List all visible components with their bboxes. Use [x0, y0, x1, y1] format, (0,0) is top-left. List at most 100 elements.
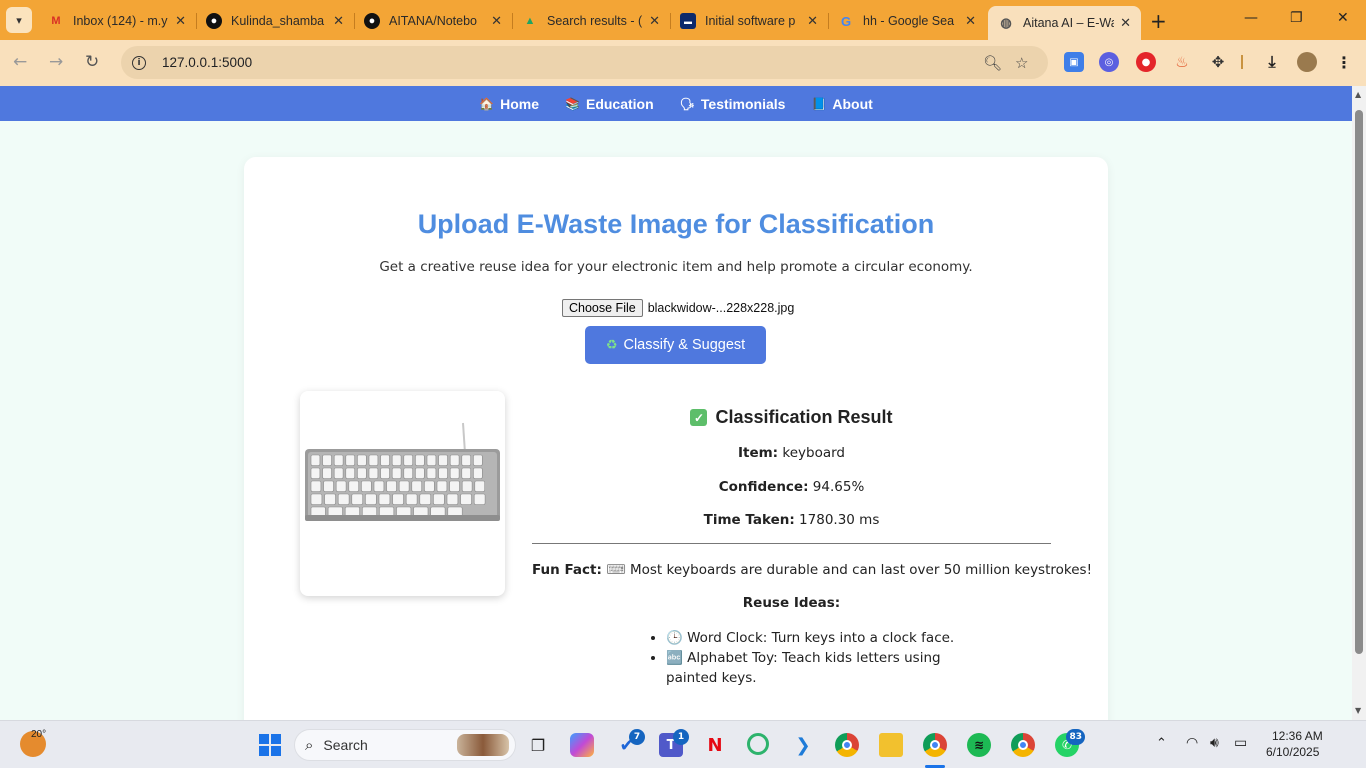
minimize-icon: —	[1244, 10, 1258, 26]
zoom-icon[interactable]: 🔍︎	[983, 54, 1002, 72]
fun-fact-label: Fun Fact:	[532, 562, 602, 578]
file-input[interactable]: Choose File blackwidow-...228x228.jpg	[562, 299, 794, 317]
nav-education-link[interactable]: 📚 Education	[565, 96, 654, 112]
item-value: keyboard	[782, 445, 846, 461]
screen-capture-extension-icon[interactable]: ▣	[1064, 52, 1084, 72]
selected-file-name: blackwidow-...228x228.jpg	[647, 301, 795, 315]
scrollbar-thumb[interactable]	[1355, 110, 1363, 654]
close-icon[interactable]: ✕	[807, 13, 818, 29]
profile-avatar[interactable]	[1297, 52, 1317, 72]
choose-file-button[interactable]: Choose File	[562, 299, 643, 317]
taskbar-search[interactable]: ⌕ Search	[294, 729, 516, 761]
todo-icon[interactable]: ✔ 7	[615, 729, 645, 757]
classify-button-label: Classify & Suggest	[623, 337, 746, 353]
fire-extension-icon[interactable]: ♨	[1172, 52, 1192, 72]
close-window-button[interactable]: ✕	[1337, 10, 1349, 26]
battery-icon[interactable]: ▭	[1234, 734, 1247, 751]
clock-icon: 🕒	[666, 630, 683, 646]
reload-icon[interactable]: ↻	[85, 52, 99, 72]
time-value: 1780.30 ms	[799, 512, 880, 528]
tab-google-search[interactable]: G hh - Google Sea ✕	[828, 6, 986, 36]
chrome-icon[interactable]	[835, 733, 859, 757]
abc-icon: 🔤	[666, 650, 683, 666]
close-icon[interactable]: ✕	[491, 13, 502, 29]
tab-github-kulinda[interactable]: ● Kulinda_shamba ✕	[196, 6, 354, 36]
page-scrollbar[interactable]: ▲ ▼	[1352, 86, 1366, 720]
confidence-value: 94.65%	[812, 479, 865, 495]
whatsapp-icon[interactable]: ✆ 83	[1055, 729, 1085, 757]
close-icon[interactable]: ✕	[175, 13, 186, 29]
wifi-icon[interactable]: ◠	[1186, 734, 1198, 751]
tab-aitana-active[interactable]: ◍ Aitana AI – E-Wa ✕	[988, 6, 1141, 40]
toolbar-divider	[1241, 55, 1243, 69]
page-viewport: 🏠 Home 📚 Education 🗣 Testimonials 📘 About Up…	[0, 86, 1352, 720]
copilot-icon[interactable]	[570, 733, 594, 757]
chevron-up-icon[interactable]: ⌃	[1156, 735, 1167, 751]
tab-title: AITANA/Notebo	[389, 14, 478, 28]
close-icon[interactable]: ✕	[649, 13, 660, 29]
tab-title: Kulinda_shamba	[231, 14, 325, 28]
upload-card: Upload E-Waste Image for Classification …	[244, 157, 1108, 720]
tab-github-aitana[interactable]: ● AITANA/Notebo ✕	[354, 6, 512, 36]
file-explorer-icon[interactable]	[879, 733, 903, 757]
gmail-icon: M	[51, 15, 61, 27]
task-view-icon[interactable]: ❐	[526, 733, 550, 757]
url-text[interactable]: 127.0.0.1:5000	[162, 55, 252, 70]
restore-button[interactable]: ❐	[1290, 10, 1303, 26]
reuse-ideas-list: 🕒 Word Clock: Turn keys into a clock fac…	[666, 628, 956, 688]
nav-testimonials-link[interactable]: 🗣 Testimonials	[680, 96, 786, 112]
uploaded-image-preview	[300, 391, 505, 596]
classify-suggest-button[interactable]: ♻ Classify & Suggest	[585, 326, 766, 364]
teams-badge: 1	[673, 729, 689, 745]
minimize-button[interactable]: —	[1244, 10, 1258, 26]
close-icon[interactable]: ✕	[333, 13, 344, 29]
windows-start-icon[interactable]	[258, 733, 282, 757]
search-placeholder: Search	[323, 737, 368, 753]
tab-initial-software[interactable]: ▬ Initial software p ✕	[670, 6, 828, 36]
result-divider	[532, 543, 1051, 544]
scroll-down-icon[interactable]: ▼	[1355, 706, 1361, 715]
recycle-icon: ♻	[605, 337, 618, 352]
keyboard-icon: ⌨	[606, 562, 626, 578]
scroll-up-icon[interactable]: ▲	[1355, 90, 1361, 99]
teams-icon[interactable]: T1	[659, 729, 689, 757]
github-icon: ●	[364, 13, 380, 29]
site-info-icon[interactable]: i	[132, 55, 146, 70]
nav-about-link[interactable]: 📘 About	[811, 96, 872, 112]
more-menu-icon[interactable]: ⋮	[1334, 52, 1354, 72]
clock-date[interactable]: 6/10/2025	[1266, 745, 1319, 759]
netflix-icon[interactable]: N	[703, 733, 727, 757]
forward-icon[interactable]: →	[49, 52, 63, 72]
tab-title: Aitana AI – E-Wa	[1023, 16, 1115, 30]
volume-icon[interactable]: 🔊︎	[1210, 734, 1219, 751]
bookmark-star-icon[interactable]: ☆	[1015, 54, 1028, 72]
google-icon: G	[840, 13, 852, 29]
result-heading: ✓ Classification Result	[532, 407, 1051, 428]
weather-temp: 20°	[31, 729, 47, 740]
chevron-down-icon: ▾	[16, 13, 22, 27]
back-icon[interactable]: ←	[13, 52, 27, 72]
tab-search-button[interactable]: ▾	[6, 7, 32, 33]
vscode-icon[interactable]: ❯	[791, 733, 815, 757]
check-mark-icon: ✓	[690, 409, 708, 426]
close-icon[interactable]: ✕	[1120, 15, 1131, 31]
adblock-extension-icon[interactable]: ●	[1136, 52, 1156, 72]
sync-app-icon[interactable]	[747, 733, 769, 755]
chrome-alt-icon[interactable]	[1011, 733, 1035, 757]
extensions-puzzle-icon[interactable]: ✥	[1208, 52, 1228, 72]
ai-extension-icon[interactable]: ◎	[1099, 52, 1119, 72]
restore-icon: ❐	[1290, 10, 1303, 26]
new-tab-button[interactable]: +	[1150, 9, 1167, 33]
chrome-profile-icon[interactable]	[923, 733, 947, 757]
address-bar[interactable]: i 127.0.0.1:5000 🔍︎ ☆	[121, 46, 1048, 79]
home-icon: 🏠	[479, 96, 495, 111]
close-icon[interactable]: ✕	[965, 13, 976, 29]
nav-home-link[interactable]: 🏠 Home	[479, 96, 539, 112]
clock-time[interactable]: 12:36 AM	[1272, 729, 1323, 743]
spotify-icon[interactable]: ≋	[967, 733, 991, 757]
plus-icon: +	[1150, 9, 1167, 33]
browser-toolbar: ← → ↻ i 127.0.0.1:5000 🔍︎ ☆ ▣ ◎ ● ♨ ✥ ⤓ …	[0, 40, 1366, 86]
tab-gmail[interactable]: M Inbox (124) - m.y ✕	[38, 6, 196, 36]
tab-drive-search[interactable]: ▲ Search results - ( ✕	[512, 6, 670, 36]
download-icon[interactable]: ⤓	[1262, 52, 1282, 72]
